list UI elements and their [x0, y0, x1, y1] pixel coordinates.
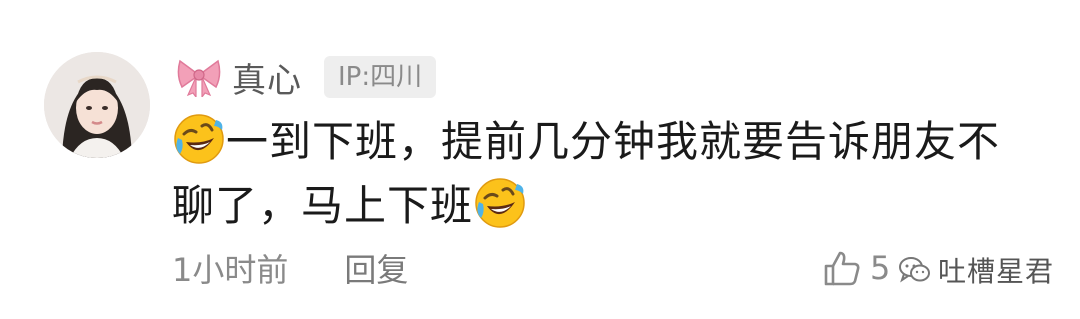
content-text-1: 一到下班，提前几分钟我就要告诉朋友不: [226, 117, 1001, 166]
avatar[interactable]: [44, 52, 150, 158]
watermark-text: 吐槽星君: [938, 255, 1055, 288]
content-line-2: 聊了，马上下班: [172, 174, 1052, 238]
wechat-icon: [898, 255, 932, 285]
comment-content: 一到下班，提前几分钟我就要告诉朋友不 聊了，马上下班: [172, 110, 1052, 238]
watermark: 吐槽星君: [892, 250, 1061, 290]
username[interactable]: 真心: [232, 53, 302, 102]
comment-item: 真心 IP:四川 一到下班，提前几分钟我就要告诉朋友不 聊了，马上下班 1小时前…: [0, 0, 1080, 319]
ip-location-badge: IP:四川: [324, 56, 437, 98]
content-text-2: 聊了，马上下班: [172, 181, 474, 230]
rolling-laughing-emoji-icon: [473, 176, 527, 230]
comment-header: 真心 IP:四川: [176, 52, 437, 102]
pink-bow-icon: [176, 57, 222, 97]
rolling-laughing-emoji-icon: [172, 112, 226, 166]
like-button[interactable]: 5: [822, 244, 892, 292]
avatar-image: [44, 52, 150, 158]
content-line-1: 一到下班，提前几分钟我就要告诉朋友不: [172, 110, 1052, 174]
comment-timestamp: 1小时前: [172, 251, 289, 289]
comment-footer: 1小时前 回复: [172, 244, 408, 292]
thumbs-up-icon: [822, 248, 862, 288]
reply-button[interactable]: 回复: [344, 245, 408, 291]
like-count: 5: [870, 249, 891, 287]
